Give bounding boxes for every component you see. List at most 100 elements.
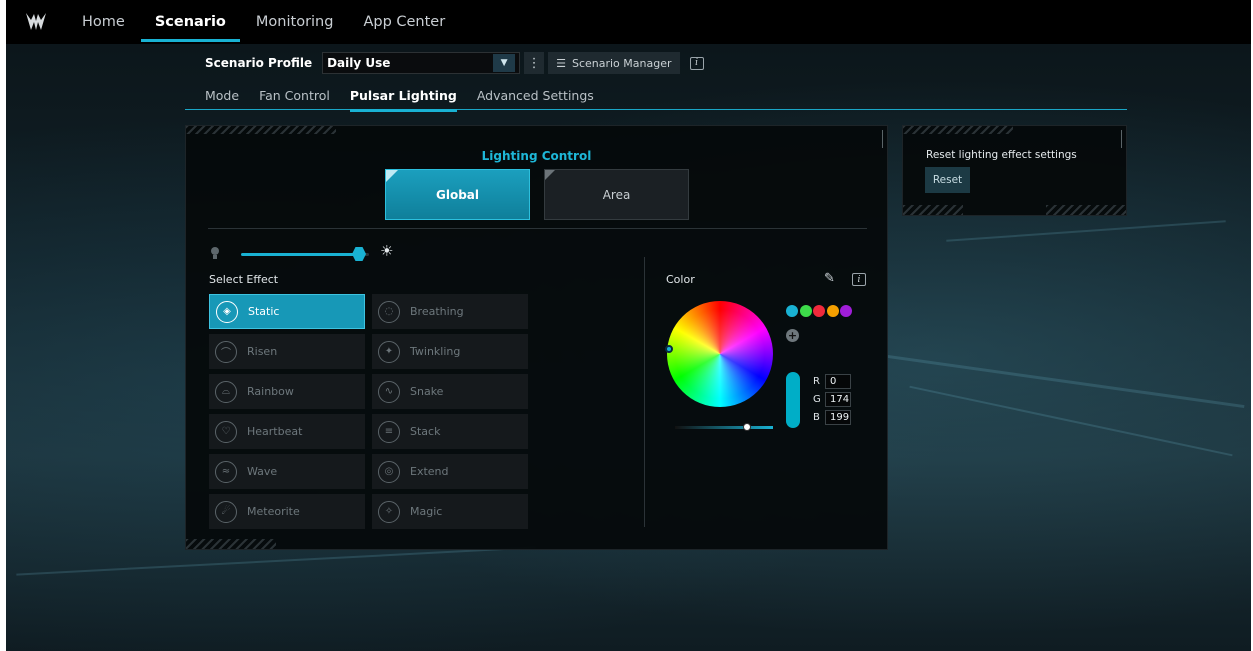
scenario-profile-value: Daily Use xyxy=(327,56,391,70)
tab-fan-control[interactable]: Fan Control xyxy=(259,84,330,110)
reset-panel: Reset lighting effect settings Reset xyxy=(902,125,1127,216)
lighting-control-title: Lighting Control xyxy=(481,149,592,163)
global-mode-button[interactable]: Global xyxy=(385,169,530,220)
twinkling-icon: ✦ xyxy=(378,340,400,363)
heartbeat-icon: ♡ xyxy=(215,420,237,443)
snake-icon: ∿ xyxy=(378,380,400,403)
effect-twinkling[interactable]: ✦ Twinkling xyxy=(372,334,528,369)
brightness-slider-row: ☀ xyxy=(210,242,394,264)
color-wheel-marker[interactable] xyxy=(665,345,673,353)
sub-tabs: Mode Fan Control Pulsar Lighting Advance… xyxy=(185,84,1127,112)
effect-label: Meteorite xyxy=(247,505,300,518)
wave-icon: ≈ xyxy=(215,460,237,483)
green-input[interactable]: 174 xyxy=(825,392,851,407)
green-label: G xyxy=(813,394,821,405)
color-swatch[interactable] xyxy=(799,305,812,317)
area-mode-button[interactable]: Area xyxy=(544,169,689,220)
color-wheel[interactable] xyxy=(667,301,773,407)
brightness-slider-thumb[interactable] xyxy=(352,247,366,261)
effect-label: Extend xyxy=(410,465,449,478)
panel-hatch-decoration xyxy=(186,126,336,134)
effect-breathing[interactable]: ◌ Breathing xyxy=(372,294,528,329)
red-label: R xyxy=(813,376,820,387)
section-divider xyxy=(208,228,867,229)
panel-corner-decoration xyxy=(882,130,883,148)
chevron-down-icon[interactable]: ▼ xyxy=(493,54,516,72)
list-icon: ☰ xyxy=(556,56,566,70)
effect-static[interactable]: ◈ Static xyxy=(209,294,365,329)
add-swatch-icon[interactable]: + xyxy=(786,329,799,342)
panel-hatch-decoration xyxy=(186,539,276,549)
color-swatch[interactable] xyxy=(786,305,798,317)
tab-pulsar-lighting[interactable]: Pulsar Lighting xyxy=(349,84,457,112)
color-intensity-thumb[interactable] xyxy=(743,423,751,431)
scenario-manager-button[interactable]: ☰ Scenario Manager xyxy=(548,52,680,74)
effect-snake[interactable]: ∿ Snake xyxy=(372,374,528,409)
effect-label: Static xyxy=(248,305,280,318)
effect-label: Magic xyxy=(410,505,443,518)
effect-label: Stack xyxy=(410,425,441,438)
magic-icon: ✧ xyxy=(378,500,400,523)
rgb-inputs: R 0 G 174 B 199 xyxy=(813,373,851,427)
panel-hatch-decoration xyxy=(1046,205,1126,215)
tab-mode[interactable]: Mode xyxy=(205,84,239,110)
reset-title: Reset lighting effect settings xyxy=(926,149,1077,161)
window-edge-left xyxy=(0,0,6,651)
breathing-icon: ◌ xyxy=(378,300,400,323)
eyedropper-icon[interactable]: ✎ xyxy=(824,271,835,286)
effect-risen[interactable]: ⌒ Risen xyxy=(209,334,365,369)
color-swatch[interactable] xyxy=(813,305,825,317)
effect-label: Risen xyxy=(247,345,278,358)
brightness-slider-track[interactable] xyxy=(241,253,369,256)
extend-icon: ◎ xyxy=(378,460,400,483)
top-nav-bar: Home Scenario Monitoring App Center xyxy=(6,0,1251,44)
effect-heartbeat[interactable]: ♡ Heartbeat xyxy=(209,414,365,449)
red-input[interactable]: 0 xyxy=(825,374,851,389)
effect-label: Heartbeat xyxy=(247,425,303,438)
effect-magic[interactable]: ✧ Magic xyxy=(372,494,528,529)
scenario-profile-label: Scenario Profile xyxy=(205,56,313,70)
scenario-profile-row: Scenario Profile Daily Use ▼ ⋮ ☰ Scenari… xyxy=(205,52,704,74)
static-icon: ◈ xyxy=(216,300,238,323)
effect-meteorite[interactable]: ☄ Meteorite xyxy=(209,494,365,529)
nav-monitoring[interactable]: Monitoring xyxy=(252,0,338,44)
effect-label: Rainbow xyxy=(247,385,294,398)
effect-label: Snake xyxy=(410,385,444,398)
scenario-manager-label: Scenario Manager xyxy=(571,56,672,70)
color-swatch[interactable] xyxy=(840,305,852,317)
panel-hatch-decoration xyxy=(903,126,1013,134)
panel-hatch-decoration xyxy=(903,205,963,215)
tab-advanced-settings[interactable]: Advanced Settings xyxy=(477,84,594,110)
nav-scenario[interactable]: Scenario xyxy=(140,0,240,44)
current-color-preview xyxy=(786,372,800,428)
effect-stack[interactable]: ≡ Stack xyxy=(372,414,528,449)
color-intensity-slider[interactable] xyxy=(675,426,773,429)
predator-logo-icon xyxy=(16,0,56,44)
nav-app-center[interactable]: App Center xyxy=(359,0,449,44)
preset-swatches xyxy=(786,305,854,317)
effect-label: Breathing xyxy=(410,305,464,318)
panel-corner-decoration xyxy=(1121,130,1122,148)
scenario-profile-select[interactable]: Daily Use ▼ xyxy=(322,52,521,74)
blue-input[interactable]: 199 xyxy=(825,410,851,425)
effect-rainbow[interactable]: ⌓ Rainbow xyxy=(209,374,365,409)
info-icon[interactable]: i xyxy=(689,56,704,70)
info-icon[interactable]: i xyxy=(852,273,866,286)
reset-button[interactable]: Reset xyxy=(925,167,970,193)
brightness-high-icon: ☀ xyxy=(380,242,394,260)
nav-home[interactable]: Home xyxy=(78,0,129,44)
select-effect-title: Select Effect xyxy=(209,273,279,286)
effect-wave[interactable]: ≈ Wave xyxy=(209,454,365,489)
blue-label: B xyxy=(813,412,820,423)
effect-label: Twinkling xyxy=(410,345,461,358)
stack-icon: ≡ xyxy=(378,420,400,443)
rainbow-icon: ⌓ xyxy=(215,380,237,403)
brightness-low-icon xyxy=(210,246,222,262)
column-divider xyxy=(644,257,645,527)
effect-extend[interactable]: ◎ Extend xyxy=(372,454,528,489)
more-options-icon[interactable]: ⋮ xyxy=(524,52,545,74)
risen-icon: ⌒ xyxy=(215,340,237,363)
color-swatch[interactable] xyxy=(826,305,839,317)
meteorite-icon: ☄ xyxy=(215,500,237,523)
lighting-panel: Lighting Control Global Area ☀ Select Ef… xyxy=(185,125,888,550)
